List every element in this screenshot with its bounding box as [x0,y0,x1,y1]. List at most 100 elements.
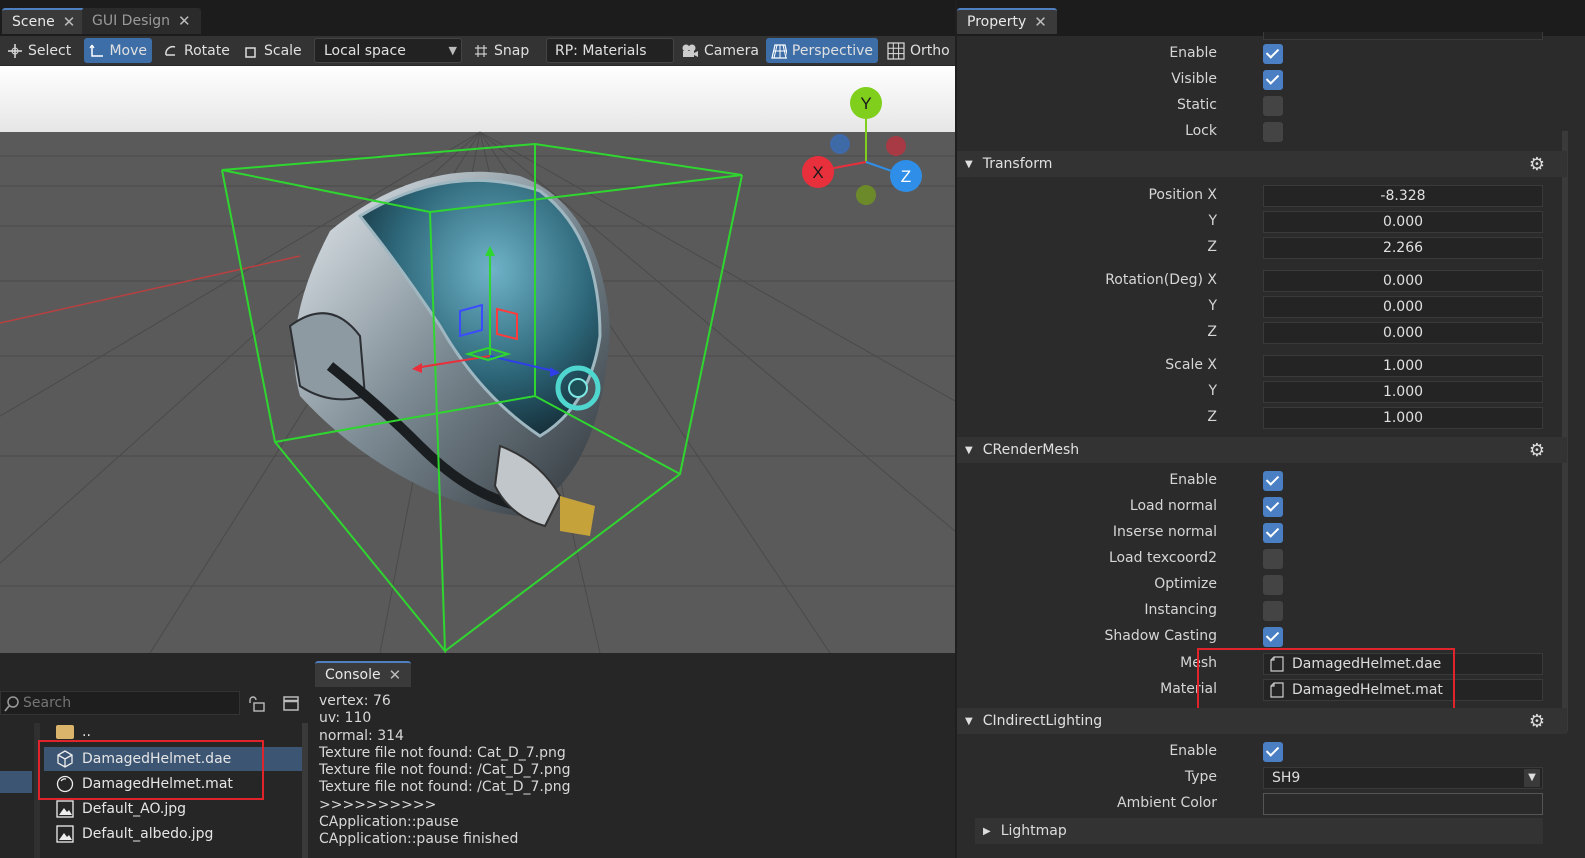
row-optimize: Optimize [957,573,1567,597]
row-visible: Visible [957,68,1567,92]
load-normal-label: Load normal [1129,498,1217,514]
shadow-casting-checkbox[interactable] [1263,627,1283,647]
move-tool-button[interactable]: Move [84,38,152,63]
gear-icon[interactable]: ⚙ [1529,711,1545,732]
tab-console[interactable]: Console ✕ [315,661,412,687]
scale-icon [245,46,256,58]
lock-checkbox[interactable] [1263,122,1283,142]
console-line: vertex: 76 [319,693,391,709]
instancing-checkbox[interactable] [1263,601,1283,621]
type-select[interactable]: SH9 ▼ [1263,767,1543,789]
console-line: uv: 110 [319,710,372,727]
gear-icon[interactable]: ⚙ [1529,440,1545,461]
load-normal-checkbox[interactable] [1263,497,1283,517]
tab-property[interactable]: Property ✕ [957,8,1057,34]
camera-icon [682,44,698,57]
search-input[interactable] [23,694,233,712]
ambient-color-swatch[interactable] [1263,793,1543,815]
x-axis-label: X [812,163,823,182]
indirect-enable-checkbox[interactable] [1263,742,1283,762]
folder-tree-selection[interactable] [0,771,32,793]
enable-checkbox[interactable] [1263,44,1283,64]
viewport-canvas[interactable]: Y X Z [0,66,955,653]
scene-viewport[interactable]: Y X Z [0,66,955,653]
rotation-x-field[interactable]: 0.000 [1263,270,1543,292]
expand-triangle-icon: ▼ [965,158,973,170]
load-texcoord2-label: Load texcoord2 [1108,550,1217,566]
close-icon[interactable]: ✕ [178,13,191,29]
position-x-field[interactable]: -8.328 [1263,185,1543,207]
neg-y-handle[interactable] [856,185,876,205]
position-z-field[interactable]: 2.266 [1263,237,1543,259]
camera-button[interactable]: Camera [676,38,764,63]
search-field[interactable] [0,691,240,715]
mesh-enable-checkbox[interactable] [1263,471,1283,491]
row-indirect-enable: Enable [957,740,1567,764]
row-position-z: Z 2.266 [957,236,1567,260]
select-tool-button[interactable]: Select [2,38,76,63]
scale-y-field[interactable]: 1.000 [1263,381,1543,403]
rotation-y-field[interactable]: 0.000 [1263,296,1543,318]
unlock-icon[interactable] [248,695,266,713]
inserse-normal-checkbox[interactable] [1263,523,1283,543]
section-cindirectlighting[interactable]: ▼ CIndirectLighting ⚙ [957,708,1567,734]
render-pipeline-select[interactable]: RP: Materials [546,38,674,63]
ortho-toggle[interactable]: Ortho [882,38,955,63]
row-inserse-normal: Inserse normal [957,521,1567,545]
list-item-default-ao[interactable]: Default_AO.jpg [44,797,186,821]
tab-gui-design[interactable]: GUI Design ✕ [82,8,201,34]
window-icon[interactable] [282,695,300,713]
neg-x-handle[interactable] [886,136,906,156]
expand-triangle-icon: ▼ [965,715,973,727]
tab-scene[interactable]: Scene ✕ [2,8,86,34]
row-rotation-y: Y 0.000 [957,295,1567,319]
console-line: Texture file not found: /Cat_D_7.png [319,779,571,796]
close-icon[interactable]: ✕ [389,667,402,683]
row-rotation-x: Rotation(Deg) X 0.000 [957,269,1567,293]
console-line: CApplication::pause [319,814,459,831]
ortho-label: Ortho [910,42,950,59]
scale-label: Scale [264,42,302,59]
rotate-label: Rotate [184,42,230,59]
list-item-default-albedo[interactable]: Default_albedo.jpg [44,822,213,846]
name-field-partial[interactable] [1263,32,1543,40]
console-line: >>>>>>>>>> [319,796,437,813]
scale-tool-button[interactable]: Scale [238,38,307,63]
visible-checkbox[interactable] [1263,70,1283,90]
neg-z-handle[interactable] [830,134,850,154]
mesh-enable-label: Enable [1169,472,1217,488]
scale-x-field[interactable]: 1.000 [1263,355,1543,377]
scale-z-field[interactable]: 1.000 [1263,407,1543,429]
console-line: Texture file not found: Cat_D_7.png [319,744,566,761]
tab-gui-design-label: GUI Design [92,13,171,29]
y-axis-label: Y [860,94,871,113]
section-crendermesh[interactable]: ▼ CRenderMesh ⚙ [957,437,1567,463]
load-texcoord2-checkbox[interactable] [1263,549,1283,569]
list-item-label: .. [82,724,91,740]
close-icon[interactable]: ✕ [1034,14,1047,30]
section-transform[interactable]: ▼ Transform ⚙ [957,151,1567,177]
ambient-color-label: Ambient Color [1117,795,1217,811]
perspective-toggle[interactable]: Perspective [766,38,878,63]
row-type: Type SH9 ▼ [957,766,1567,790]
rotate-tool-button[interactable]: Rotate [158,38,235,63]
list-item-parent-folder[interactable]: .. [56,723,91,741]
space-select[interactable]: Local space ▼ [314,38,462,63]
gear-icon[interactable]: ⚙ [1529,154,1545,175]
rotation-z-field[interactable]: 0.000 [1263,322,1543,344]
lightmap-collapsible[interactable]: ▶ Lightmap [975,818,1543,844]
static-checkbox[interactable] [1263,96,1283,116]
bottom-area: .. DamagedHelmet.dae DamagedHelmet.mat D… [0,653,955,858]
asset-scrollbar[interactable] [302,723,308,858]
move-label: Move [109,42,147,59]
optimize-checkbox[interactable] [1263,575,1283,595]
position-y-field[interactable]: 0.000 [1263,211,1543,233]
tab-property-label: Property [967,14,1027,30]
list-item-label: Default_albedo.jpg [82,826,214,842]
snap-toggle[interactable]: Snap [468,38,534,63]
row-static: Static [957,94,1567,118]
lock-label: Lock [1185,123,1217,139]
close-icon[interactable]: ✕ [63,14,76,30]
rotation-x-label: Rotation(Deg) X [1105,272,1217,288]
image-icon [56,825,74,843]
